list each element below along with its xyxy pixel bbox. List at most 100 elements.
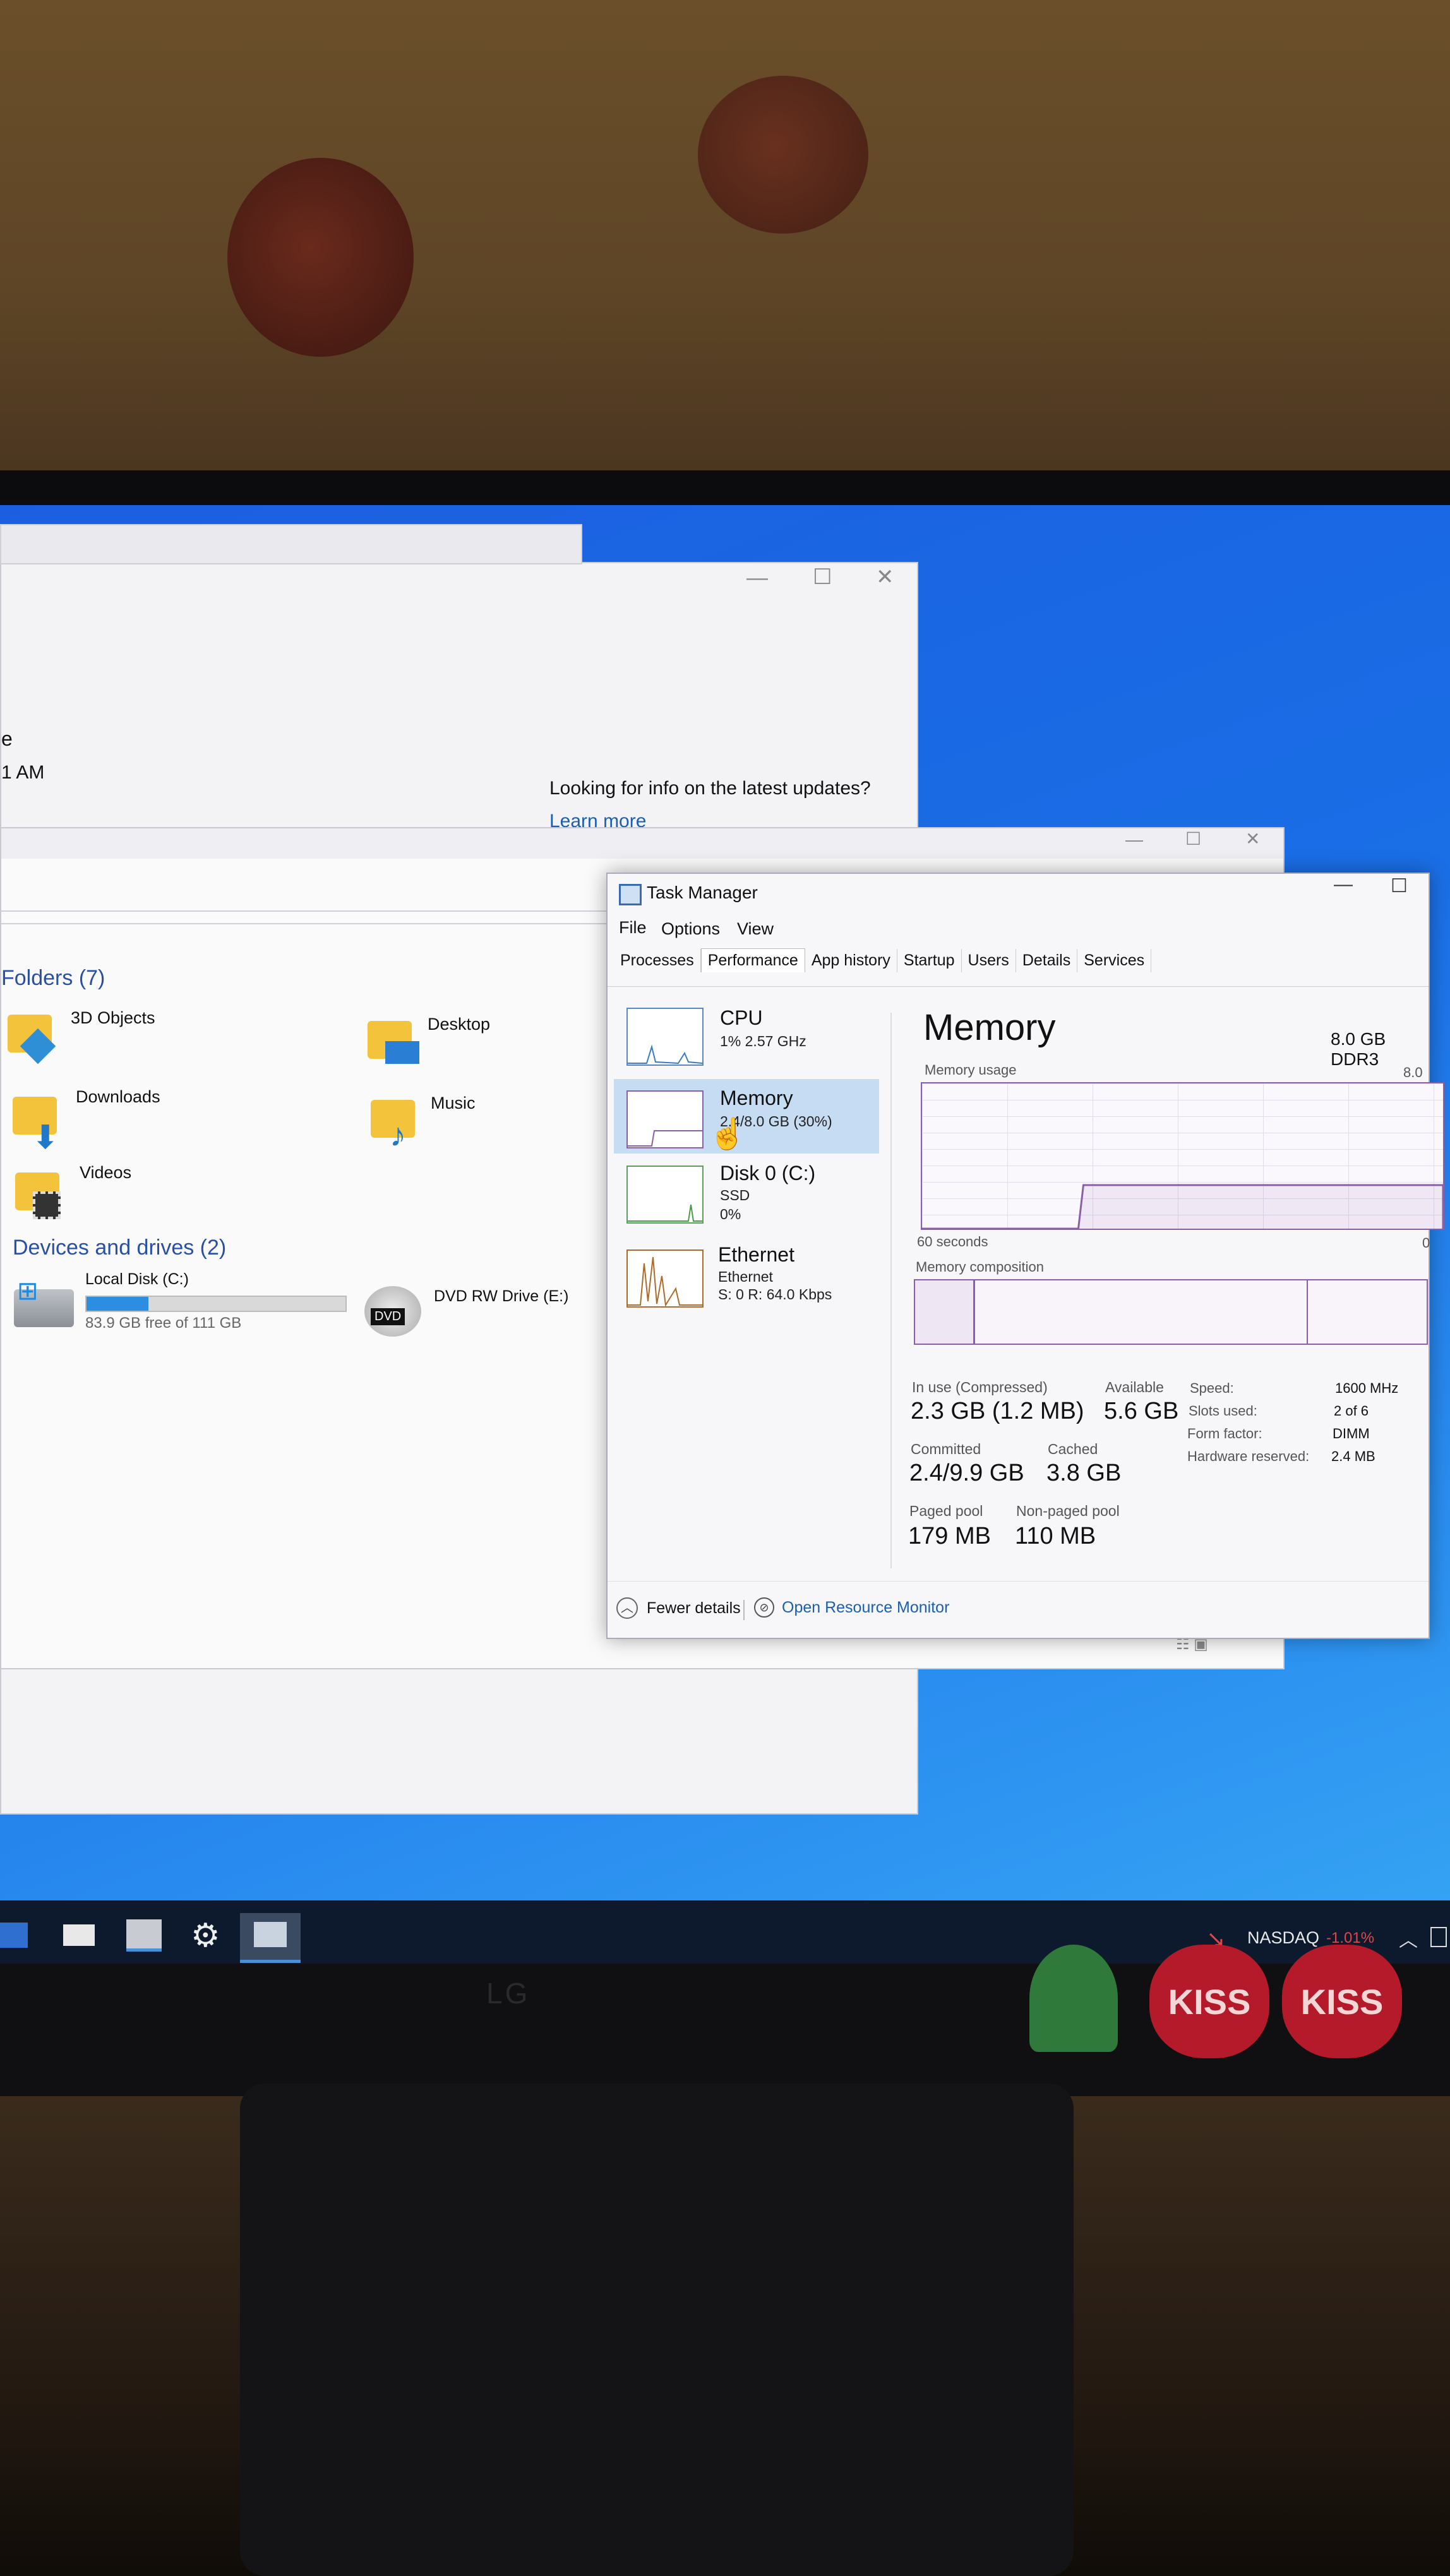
available-value: 5.6 GB: [1104, 1398, 1179, 1424]
tm-maximize-icon[interactable]: ☐: [1391, 875, 1408, 897]
folder-desktop[interactable]: Desktop: [368, 1015, 620, 1071]
kiss-sticker-2: KISS: [1282, 1945, 1402, 2058]
close-icon[interactable]: ✕: [876, 564, 894, 590]
committed-value: 2.4/9.9 GB: [909, 1460, 1024, 1486]
monitor-brand-logo: LG: [486, 1977, 530, 2010]
menu-options[interactable]: Options: [661, 919, 720, 939]
settings-icon[interactable]: ⚙: [191, 1917, 220, 1955]
menu-view[interactable]: View: [737, 919, 774, 939]
mail-icon[interactable]: [63, 1924, 95, 1946]
explorer-minimize-icon[interactable]: —: [1125, 830, 1143, 850]
footer-separator: [743, 1600, 745, 1620]
graph-time-right: 0: [1422, 1235, 1430, 1251]
ethernet-sparkline: [628, 1256, 702, 1307]
tab-performance[interactable]: Performance: [700, 948, 805, 972]
hand-cursor-icon: ☝: [709, 1118, 746, 1151]
sidebar-item-cpu[interactable]: CPU 1% 2.57 GHz: [614, 1000, 879, 1075]
open-resource-monitor-label: Open Resource Monitor: [782, 1598, 950, 1616]
sidebar-item-ethernet[interactable]: Ethernet Ethernet S: 0 R: 64.0 Kbps: [614, 1243, 879, 1318]
wall-spot-right: [698, 76, 868, 234]
hardware-icon[interactable]: [126, 1919, 162, 1952]
drive-name: DVD RW Drive (E:): [434, 1287, 569, 1305]
graph-time-left: 60 seconds: [917, 1234, 988, 1249]
folder-music[interactable]: ♪ Music: [371, 1094, 623, 1154]
memory-usage-graph: [921, 1082, 1444, 1230]
tab-users[interactable]: Users: [962, 949, 1016, 972]
tab-strip: Processes Performance App history Startu…: [614, 948, 1152, 972]
folder-name: Desktop: [428, 1015, 491, 1034]
drive-usage-bar: [85, 1296, 347, 1312]
tab-services[interactable]: Services: [1077, 949, 1152, 972]
sidebar-item-memory[interactable]: Memory 2.4/8.0 GB (30%) ☝: [614, 1079, 879, 1154]
devices-header[interactable]: Devices and drives (2): [13, 1236, 226, 1260]
task-manager-window: Task Manager — ☐ File Options View Proce…: [606, 873, 1444, 1639]
spec-speed-label: Speed:: [1190, 1380, 1234, 1396]
memory-composition-bar: [914, 1279, 1428, 1345]
tab-app-history[interactable]: App history: [805, 949, 897, 972]
memory-thumbnail-graph: [626, 1090, 704, 1148]
explorer-title-bar: [1, 828, 1283, 859]
folders-header[interactable]: Folders (7): [1, 966, 105, 991]
folder-videos[interactable]: Videos: [15, 1163, 268, 1220]
window-title: Task Manager: [647, 883, 758, 902]
task-manager-icon[interactable]: [240, 1913, 301, 1963]
tab-startup[interactable]: Startup: [897, 949, 962, 972]
tm-minimize-icon[interactable]: —: [1334, 874, 1353, 895]
non-paged-pool-label: Non-paged pool: [1016, 1503, 1120, 1519]
sidebar-item-disk[interactable]: Disk 0 (C:) SSD 0%: [614, 1158, 879, 1232]
maximize-icon[interactable]: ☐: [813, 564, 832, 590]
notification-icon[interactable]: [1430, 1927, 1447, 1947]
spec-hardware-reserved-label: Hardware reserved:: [1187, 1448, 1310, 1464]
fewer-details-label: Fewer details: [647, 1599, 741, 1617]
explorer-ribbon-line: [1, 910, 608, 912]
sidebar-disk-usage: 0%: [720, 1206, 741, 1222]
composition-standby: [1307, 1280, 1308, 1344]
fewer-details-button[interactable]: ︿ Fewer details: [616, 1597, 741, 1619]
watermelon-sticker: [1029, 1945, 1118, 2052]
drive-name: Local Disk (C:): [85, 1270, 189, 1288]
sidebar-disk-name: Disk 0 (C:): [720, 1162, 816, 1184]
drive-dvd[interactable]: DVD DVD RW Drive (E:): [364, 1280, 630, 1349]
task-manager-app-icon: [619, 884, 642, 905]
minimize-icon[interactable]: —: [746, 566, 768, 590]
drive-local-disk[interactable]: ⊞ Local Disk (C:) 83.9 GB free of 111 GB: [14, 1270, 355, 1340]
back-window-edge: [0, 524, 582, 564]
cpu-sparkline: [628, 1044, 703, 1064]
partial-update-text: e: [1, 727, 13, 750]
explorer-maximize-icon[interactable]: ☐: [1185, 828, 1201, 849]
memory-sparkline: [628, 1130, 702, 1147]
spec-slots-label: Slots used:: [1189, 1403, 1257, 1419]
dvd-badge: DVD: [371, 1308, 405, 1325]
music-note-icon: ♪: [390, 1117, 406, 1154]
ethernet-thumbnail-graph: [626, 1249, 704, 1308]
sidebar-divider: [890, 1013, 892, 1568]
kiss-sticker-1: KISS: [1149, 1945, 1269, 2058]
sidebar-memory-name: Memory: [720, 1087, 793, 1109]
sidebar-ethernet-name: Ethernet: [718, 1243, 794, 1266]
menu-file[interactable]: File: [619, 918, 647, 938]
store-icon[interactable]: [0, 1923, 28, 1948]
folder-name: Videos: [80, 1163, 132, 1182]
paged-pool-value: 179 MB: [908, 1523, 991, 1549]
paged-pool-label: Paged pool: [909, 1503, 983, 1519]
partial-time: 1 AM: [1, 762, 45, 783]
sidebar-cpu-name: CPU: [720, 1006, 763, 1029]
folder-3d-objects[interactable]: 3D Objects: [8, 1008, 260, 1065]
download-arrow-icon: ⬇: [32, 1119, 59, 1156]
folder-downloads[interactable]: ⬇ Downloads: [13, 1087, 265, 1156]
open-resource-monitor-link[interactable]: ⊘ Open Resource Monitor: [754, 1597, 949, 1618]
tab-details[interactable]: Details: [1016, 949, 1078, 972]
explorer-close-icon[interactable]: ✕: [1245, 828, 1260, 849]
sidebar-cpu-stats: 1% 2.57 GHz: [720, 1033, 806, 1049]
film-overlay-icon: [33, 1191, 61, 1219]
memory-usage-label: Memory usage: [925, 1062, 1017, 1078]
memory-usage-line: [922, 1184, 1444, 1230]
sidebar-ethernet-throughput: S: 0 R: 64.0 Kbps: [718, 1286, 832, 1303]
disk-sparkline: [628, 1204, 702, 1222]
tab-processes[interactable]: Processes: [614, 949, 701, 972]
folder-name: 3D Objects: [71, 1008, 155, 1027]
wall-spot-left: [227, 158, 414, 357]
task-manager-taskbar-glyph: [254, 1922, 287, 1947]
drive-usage-fill: [87, 1297, 149, 1311]
spec-speed-value: 1600 MHz: [1335, 1380, 1399, 1396]
